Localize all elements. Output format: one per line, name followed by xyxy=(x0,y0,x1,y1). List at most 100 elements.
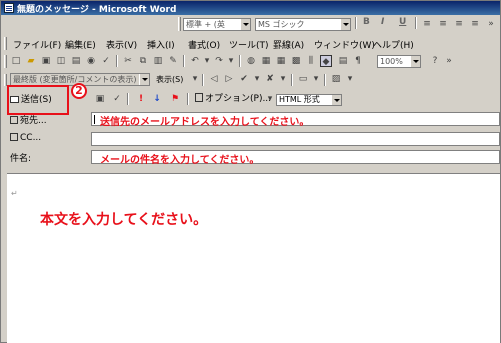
menu-bar: ファイル(F) 編集(E) 表示(V) 挿入(I) 書式(O) ツール(T) 罫… xyxy=(1,35,500,52)
format-painter-icon[interactable]: ✎ xyxy=(167,55,179,67)
zoom-combo[interactable]: 100% xyxy=(377,55,421,68)
drawing-icon[interactable]: ◆ xyxy=(320,55,332,67)
subject-row: 件名: メールの件名を入力してください。 xyxy=(1,149,500,166)
separator xyxy=(202,74,204,86)
columns-icon[interactable]: ⫼ xyxy=(305,55,317,67)
more-options-icon[interactable]: » xyxy=(443,55,455,67)
insert-table-icon[interactable]: ▦ xyxy=(275,55,287,67)
align-center-icon[interactable]: ≡ xyxy=(437,18,449,30)
to-field[interactable]: 送信先のメールアドレスを入力してください。 xyxy=(91,112,500,128)
menu-insert[interactable]: 挿入(I) xyxy=(147,38,175,51)
justify-icon[interactable]: ≡ xyxy=(469,18,481,30)
toolbar-grip[interactable] xyxy=(4,37,7,50)
chevron-down-icon[interactable]: ▾ xyxy=(277,73,289,85)
print-preview-icon[interactable]: ◉ xyxy=(85,55,97,67)
bold-button[interactable]: B xyxy=(363,17,370,27)
menu-help[interactable]: ヘルプ(H) xyxy=(373,38,414,51)
message-format-combo[interactable]: HTML 形式 xyxy=(276,94,342,106)
separator xyxy=(127,93,129,105)
cc-label: CC... xyxy=(20,133,42,143)
spelling-icon[interactable]: ✓ xyxy=(100,55,112,67)
cc-row: CC... xyxy=(1,131,500,147)
align-right-icon[interactable]: ≡ xyxy=(453,18,465,30)
align-left-icon[interactable]: ≡ xyxy=(421,18,433,30)
paste-icon[interactable]: ▥ xyxy=(152,55,164,67)
reject-change-icon[interactable]: ✘ xyxy=(264,73,276,85)
address-book-icon[interactable]: ▣ xyxy=(94,93,106,105)
open-folder-icon[interactable]: ▰ xyxy=(25,55,37,67)
message-format-value: HTML 形式 xyxy=(279,95,320,104)
cc-field[interactable] xyxy=(91,132,500,146)
style-combo[interactable]: 標準 + (英 xyxy=(183,18,251,31)
insert-excel-icon[interactable]: ▩ xyxy=(290,55,302,67)
subject-field[interactable]: メールの件名を入力してください。 xyxy=(91,150,500,166)
show-hide-icon[interactable]: ¶ xyxy=(352,55,364,67)
accept-change-icon[interactable]: ✔ xyxy=(238,73,250,85)
save-icon[interactable]: ▣ xyxy=(40,55,52,67)
address-book-icon xyxy=(10,116,18,124)
separator xyxy=(355,17,357,29)
chevron-down-icon[interactable]: ▾ xyxy=(251,73,263,85)
chevron-down-icon[interactable] xyxy=(139,74,149,85)
font-combo[interactable]: MS ゴシック xyxy=(255,18,351,31)
tables-borders-icon[interactable]: ▦ xyxy=(260,55,272,67)
hyperlink-icon[interactable]: ◍ xyxy=(245,55,257,67)
body-annotation: 本文を入力してください。 xyxy=(40,212,208,228)
separator xyxy=(116,55,118,67)
cut-icon[interactable]: ✂ xyxy=(122,55,134,67)
follow-up-flag-icon[interactable]: ⚑ xyxy=(169,93,181,105)
redo-icon[interactable]: ↷ xyxy=(213,55,225,67)
new-document-icon[interactable]: □ xyxy=(10,55,22,67)
paragraph-mark: ↵ xyxy=(11,189,18,198)
check-names-icon[interactable]: ✓ xyxy=(111,93,123,105)
menu-file[interactable]: ファイル(F) xyxy=(13,38,61,51)
options-icon xyxy=(195,93,203,102)
copy-icon[interactable]: ⧉ xyxy=(137,55,149,67)
permission-icon[interactable]: ◫ xyxy=(55,55,67,67)
options-button[interactable]: オプション(P)... xyxy=(195,93,271,106)
chevron-down-icon[interactable]: ▾ xyxy=(225,55,237,67)
high-importance-icon[interactable]: ! xyxy=(135,93,147,105)
new-comment-icon[interactable]: ▭ xyxy=(297,73,309,85)
chevron-down-icon[interactable] xyxy=(331,95,341,105)
separator xyxy=(183,55,185,67)
message-body[interactable]: ↵ 本文を入力してください。 xyxy=(7,173,500,343)
next-change-icon[interactable]: ▷ xyxy=(223,73,235,85)
menu-window[interactable]: ウィンドウ(W) xyxy=(314,38,375,51)
help-icon[interactable]: ? xyxy=(429,55,441,67)
track-changes-icon[interactable]: ▨ xyxy=(330,73,342,85)
chevron-down-icon[interactable]: ▾ xyxy=(344,73,356,85)
title-bar: 無題のメッセージ - Microsoft Word xyxy=(1,1,500,15)
toolbar-grip[interactable] xyxy=(178,17,181,31)
separator xyxy=(324,74,326,86)
chevron-down-icon[interactable]: ▾ xyxy=(201,55,213,67)
chevron-down-icon[interactable] xyxy=(410,56,420,67)
to-annotation: 送信先のメールアドレスを入力してください。 xyxy=(100,117,310,128)
menu-view[interactable]: 表示(V) xyxy=(106,38,137,51)
toolbar-grip[interactable] xyxy=(4,55,7,68)
cc-button[interactable]: CC... xyxy=(10,133,41,143)
to-button[interactable]: 宛先... xyxy=(10,113,47,126)
chevron-down-icon[interactable]: ▾ xyxy=(189,73,201,85)
menu-edit[interactable]: 編集(E) xyxy=(65,38,96,51)
previous-change-icon[interactable]: ◁ xyxy=(208,73,220,85)
chevron-down-icon[interactable] xyxy=(340,19,350,30)
document-map-icon[interactable]: ▤ xyxy=(337,55,349,67)
more-options-icon[interactable]: » xyxy=(485,18,497,30)
separator xyxy=(415,17,417,29)
chevron-down-icon[interactable]: ▾ xyxy=(264,93,276,105)
italic-button[interactable]: I xyxy=(381,17,384,27)
menu-format[interactable]: 書式(O) xyxy=(188,38,220,51)
low-importance-icon[interactable]: ↓ xyxy=(151,93,163,105)
chevron-down-icon[interactable] xyxy=(240,19,250,30)
show-menu-button[interactable]: 表示(S) xyxy=(156,74,183,85)
address-book-icon xyxy=(10,133,18,141)
font-value: MS ゴシック xyxy=(258,20,305,29)
chevron-down-icon[interactable]: ▾ xyxy=(310,73,322,85)
word-window: 無題のメッセージ - Microsoft Word 標準 + (英 MS ゴシッ… xyxy=(0,0,501,343)
menu-tools[interactable]: ツール(T) xyxy=(229,38,269,51)
underline-button[interactable]: U xyxy=(399,17,406,27)
menu-table[interactable]: 罫線(A) xyxy=(273,38,304,51)
print-icon[interactable]: ▤ xyxy=(70,55,82,67)
undo-icon[interactable]: ↶ xyxy=(189,55,201,67)
